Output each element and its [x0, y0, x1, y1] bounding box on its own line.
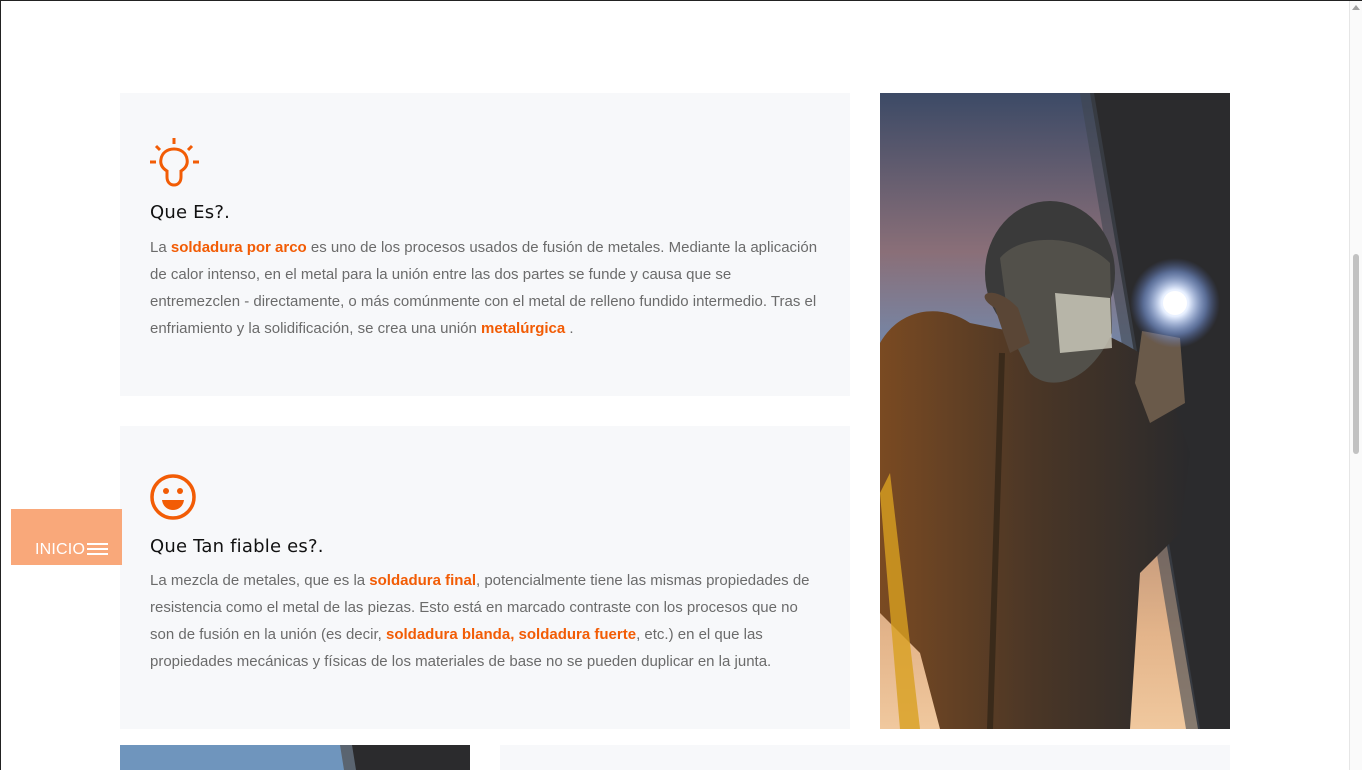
lightbulb-icon — [150, 138, 199, 187]
hamburger-menu-icon — [87, 543, 108, 557]
scrollbar-thumb[interactable] — [1353, 254, 1359, 454]
link-soldadura-blanda-fuerte[interactable]: soldadura blanda, soldadura fuerte — [386, 626, 636, 643]
section-text: La mezcla de metales, que es la soldadur… — [150, 572, 810, 670]
section-reliability: Que Tan fiable es?. La mezcla de metales… — [120, 426, 850, 729]
inicio-button[interactable]: INICIO — [11, 509, 122, 565]
link-soldadura-final[interactable]: soldadura final — [369, 572, 476, 589]
welder-photo — [880, 93, 1230, 729]
bottom-photo — [120, 745, 470, 770]
section-what-is: Que Es?. La soldadura por arco es uno de… — [120, 93, 850, 396]
inicio-label: INICIO — [35, 541, 86, 558]
smiley-icon — [150, 474, 196, 520]
section-card-next — [500, 745, 1230, 770]
section-title: Que Tan fiable es?. — [150, 536, 324, 557]
vertical-scrollbar[interactable] — [1349, 1, 1362, 770]
link-metalurgica[interactable]: metalúrgica — [481, 320, 565, 337]
link-soldadura-por-arco[interactable]: soldadura por arco — [171, 239, 307, 256]
scroll-up-arrow-icon[interactable] — [1352, 5, 1360, 10]
section-title: Que Es?. — [150, 202, 230, 223]
section-text: La soldadura por arco es uno de los proc… — [150, 239, 818, 337]
